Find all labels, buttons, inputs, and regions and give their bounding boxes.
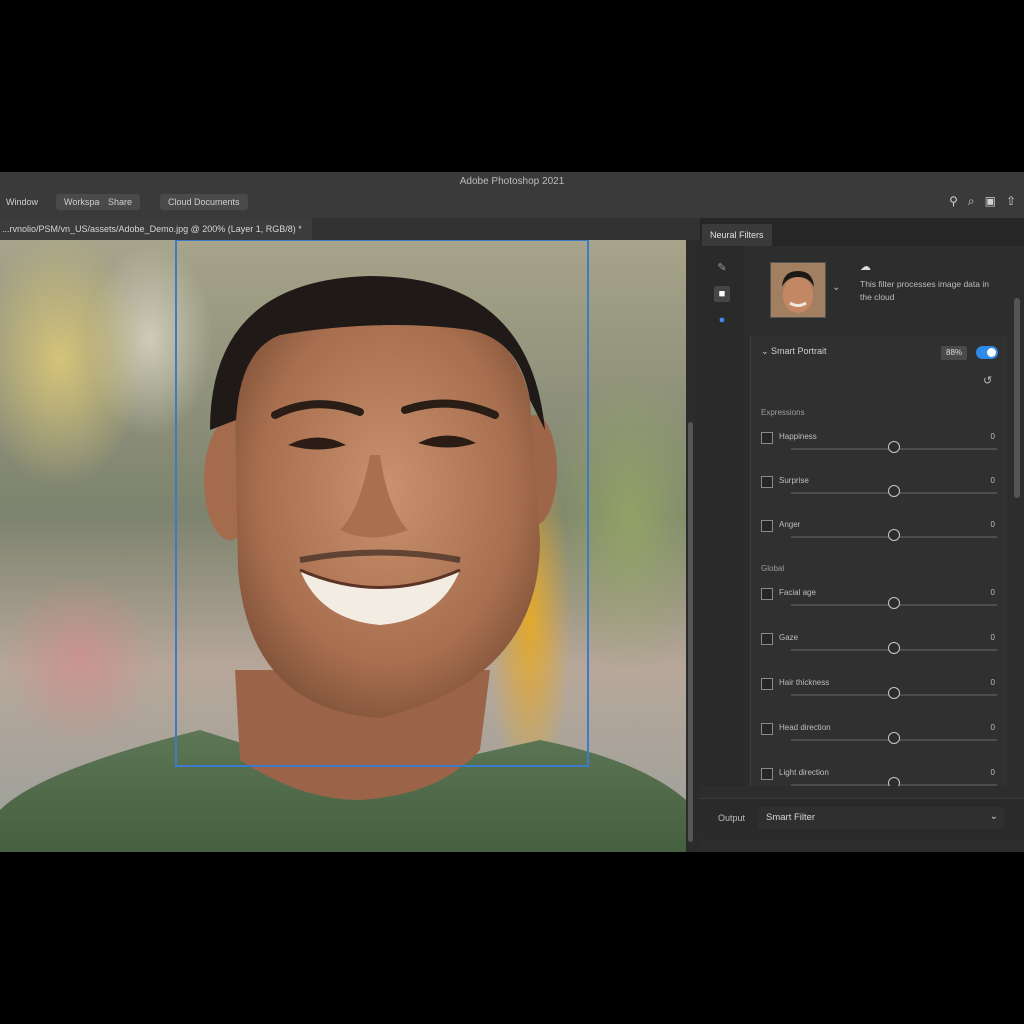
- menu-share[interactable]: Share: [100, 194, 141, 210]
- preview-thumbnail[interactable]: [770, 262, 826, 318]
- section-global: Global: [761, 564, 785, 573]
- happiness-checkbox[interactable]: [761, 432, 773, 444]
- slider-row: Surprise 0: [761, 476, 1001, 518]
- facial-age-label: Facial age: [779, 588, 816, 597]
- head-direction-value: 0: [990, 723, 995, 732]
- light-direction-label: Light direction: [779, 768, 829, 777]
- output-label: Output: [718, 813, 746, 823]
- slider-row: Gaze 0: [761, 633, 1001, 675]
- cloud-icon: ☁: [860, 261, 871, 273]
- panel-scrollbar[interactable]: [1014, 298, 1020, 498]
- surprise-slider-knob[interactable]: [888, 485, 900, 497]
- search-icon[interactable]: ⚲: [949, 194, 958, 210]
- anger-slider-knob[interactable]: [888, 529, 900, 541]
- panel-tool-column: ✎ ■ ●: [700, 246, 744, 786]
- reset-icon[interactable]: ↺: [983, 374, 992, 387]
- slider-row: Anger 0: [761, 520, 1001, 562]
- workspace-icon[interactable]: ▣: [985, 194, 996, 210]
- facial-age-slider-knob[interactable]: [888, 597, 900, 609]
- toolbar-right-icons: ⚲ ⌕ ▣ ⇧: [949, 194, 1016, 210]
- panel-header: Neural Filters: [700, 218, 1024, 246]
- gaze-value: 0: [990, 633, 995, 642]
- gaze-slider-knob[interactable]: [888, 642, 900, 654]
- light-direction-value: 0: [990, 768, 995, 777]
- filter-title-label: Smart Portrait: [771, 346, 827, 356]
- zoom-icon[interactable]: ⌕: [968, 194, 975, 210]
- chevron-down-icon: ⌄: [989, 811, 998, 822]
- hair-thickness-slider-knob[interactable]: [888, 687, 900, 699]
- document-tab[interactable]: ...rvnolio/PSM/vn_US/assets/Adobe_Demo.j…: [0, 218, 312, 240]
- filter-title[interactable]: ⌄ Smart Portrait: [761, 346, 827, 357]
- happiness-slider-knob[interactable]: [888, 441, 900, 453]
- happiness-value: 0: [990, 432, 995, 441]
- hair-thickness-value: 0: [990, 678, 995, 687]
- surprise-label: Surprise: [779, 476, 809, 485]
- facial-age-checkbox[interactable]: [761, 588, 773, 600]
- gaze-label: Gaze: [779, 633, 799, 642]
- thumbnail-face-icon: [771, 263, 825, 317]
- output-row: Output Smart Filter ⌄: [700, 798, 1024, 839]
- slider-row: Light direction 0: [761, 768, 1001, 786]
- brush-icon[interactable]: ✎: [714, 260, 730, 276]
- anger-value: 0: [990, 520, 995, 529]
- output-select[interactable]: Smart Filter ⌄: [758, 807, 1004, 829]
- photoshop-window: Adobe Photoshop 2021 Window Workspace Sh…: [0, 172, 1024, 852]
- share-icon[interactable]: ⇧: [1006, 194, 1016, 210]
- anger-label: Anger: [779, 520, 801, 529]
- output-value: Smart Filter: [766, 812, 816, 823]
- app-title: Adobe Photoshop 2021: [459, 176, 565, 187]
- lock-icon[interactable]: ■: [714, 286, 730, 302]
- canvas-scrollbar[interactable]: [688, 422, 693, 842]
- image-canvas[interactable]: [0, 240, 686, 852]
- anger-checkbox[interactable]: [761, 520, 773, 532]
- happiness-label: Happiness: [779, 432, 817, 441]
- head-direction-label: Head direction: [779, 723, 831, 732]
- section-expressions: Expressions: [761, 408, 805, 417]
- slider-row: Happiness 0: [761, 432, 1001, 474]
- head-direction-slider-knob[interactable]: [888, 732, 900, 744]
- hair-thickness-checkbox[interactable]: [761, 678, 773, 690]
- smart-portrait-filter: ⌄ Smart Portrait 88% ↺ Expressions Happi…: [750, 336, 1007, 786]
- filter-preview: ⌄ ☁ This filter processes image data in …: [760, 258, 1010, 328]
- neural-filters-panel: Neural Filters ✎ ■ ● ⌄ ☁ This filter pro…: [700, 218, 1024, 852]
- light-direction-checkbox[interactable]: [761, 768, 773, 780]
- document-tab-bar: ...rvnolio/PSM/vn_US/assets/Adobe_Demo.j…: [0, 218, 700, 240]
- menu-cloud-documents[interactable]: Cloud Documents: [160, 194, 248, 210]
- marker-icon[interactable]: ●: [714, 312, 730, 328]
- hair-thickness-label: Hair thickness: [779, 678, 830, 687]
- menu-window[interactable]: Window: [2, 194, 42, 210]
- facial-age-value: 0: [990, 588, 995, 597]
- cloud-notice: This filter processes image data in the …: [860, 279, 989, 302]
- light-direction-slider-knob[interactable]: [888, 777, 900, 786]
- portrait-photo: [0, 240, 686, 852]
- slider-row: Hair thickness 0: [761, 678, 1001, 720]
- slider-row: Facial age 0: [761, 588, 1001, 630]
- slider-row: Head direction 0: [761, 723, 1001, 765]
- progress-badge: 88%: [941, 346, 968, 360]
- surprise-value: 0: [990, 476, 995, 485]
- surprise-checkbox[interactable]: [761, 476, 773, 488]
- tab-neural-filters[interactable]: Neural Filters: [702, 224, 772, 246]
- menu-bar: Adobe Photoshop 2021 Window Workspace Sh…: [0, 172, 1024, 218]
- filter-toggle[interactable]: [976, 346, 998, 359]
- chevron-down-icon[interactable]: ⌄: [832, 282, 840, 293]
- head-direction-checkbox[interactable]: [761, 723, 773, 735]
- gaze-checkbox[interactable]: [761, 633, 773, 645]
